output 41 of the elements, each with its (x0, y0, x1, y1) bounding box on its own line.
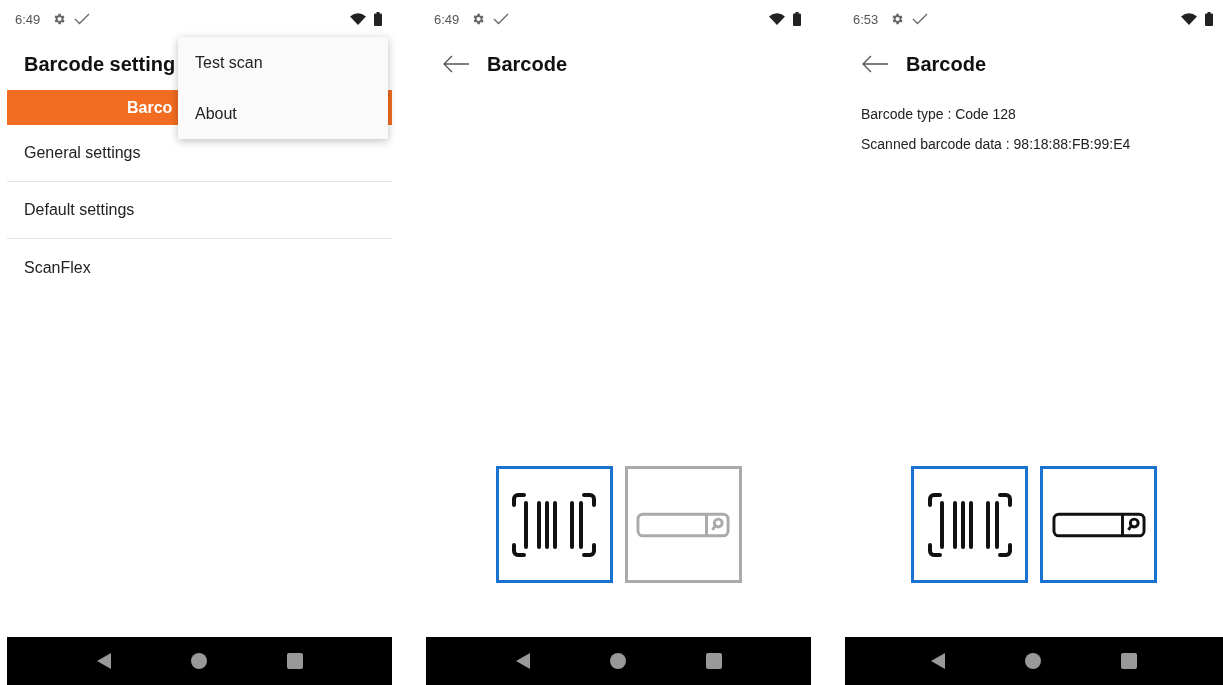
wifi-icon (350, 13, 366, 25)
wifi-icon (769, 13, 785, 25)
status-time: 6:49 (15, 11, 41, 27)
battery-icon (793, 12, 801, 26)
back-icon[interactable] (515, 653, 530, 669)
back-icon[interactable] (931, 653, 945, 669)
barcode-icon (927, 492, 1012, 557)
settings-list-item[interactable]: Default settings (7, 182, 392, 239)
check-icon (493, 13, 510, 25)
home-icon[interactable] (609, 653, 626, 669)
search-bar-icon (1051, 511, 1146, 538)
back-arrow-icon[interactable] (862, 55, 888, 73)
menu-item[interactable]: Test scan (178, 37, 388, 88)
battery-icon (374, 12, 382, 26)
back-icon[interactable] (96, 653, 111, 669)
gear-icon (52, 12, 67, 26)
status-time: 6:49 (434, 11, 460, 27)
screen-title: Barcode (487, 52, 568, 76)
back-arrow-icon[interactable] (443, 55, 469, 73)
barcode-scan-button[interactable] (495, 466, 613, 583)
gear-icon (471, 12, 486, 26)
home-icon[interactable] (1025, 653, 1041, 669)
scan-result-text: Barcode type : Code 128 (861, 106, 1017, 122)
recents-icon[interactable] (705, 653, 722, 669)
settings-list-item[interactable]: ScanFlex (7, 239, 392, 296)
search-bar-icon (636, 511, 730, 538)
barcode-scan-button[interactable] (911, 466, 1028, 583)
battery-icon (1205, 12, 1213, 26)
recents-icon[interactable] (286, 653, 303, 669)
scan-result-text: Scanned barcode data : 98:18:88:FB:99:E4 (861, 136, 1132, 152)
screen-title: Barcode setting (24, 52, 176, 76)
search-field-button[interactable] (624, 466, 742, 583)
status-time: 6:53 (853, 11, 879, 27)
home-icon[interactable] (190, 653, 207, 669)
barcode-icon (512, 492, 596, 557)
gear-icon (890, 12, 905, 26)
screen-title: Barcode (906, 52, 987, 76)
search-field-button[interactable] (1040, 466, 1157, 583)
wifi-icon (1181, 13, 1197, 25)
check-icon (74, 13, 91, 25)
check-icon (912, 13, 929, 25)
